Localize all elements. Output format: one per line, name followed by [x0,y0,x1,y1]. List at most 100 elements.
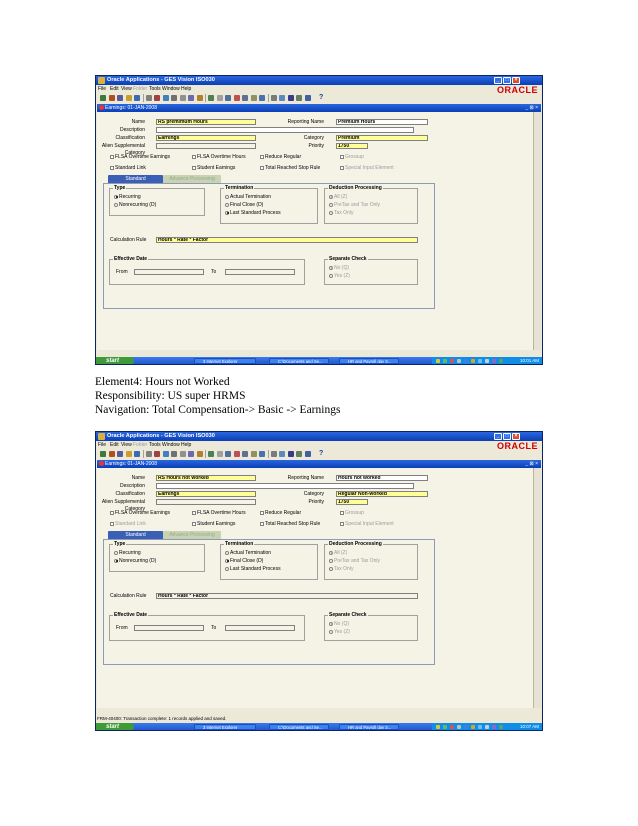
checkbox-box[interactable] [260,165,264,170]
toolbar-button-icon[interactable] [117,451,123,457]
toolbar-button-icon[interactable] [259,451,265,457]
tray-icon[interactable] [471,725,475,729]
menu-file[interactable]: File [98,86,106,93]
toolbar-button-icon[interactable] [216,95,223,101]
toolbar-button-icon[interactable] [196,451,203,457]
termination-option[interactable]: Last Standard Process [225,566,281,572]
separate-check-option[interactable]: No (Q) [329,621,349,627]
tray-icon[interactable] [436,725,440,729]
radio-button[interactable] [329,210,333,215]
tray-icon[interactable] [478,725,482,729]
special-input-element-checkbox[interactable]: Special Input Element [340,521,394,527]
deduction-processing-option[interactable]: All (Z) [329,550,347,556]
reporting-name-field[interactable]: Premium Hours [336,119,428,125]
deduction-processing-option[interactable]: All (Z) [329,194,347,200]
radio-button[interactable] [114,558,118,563]
tray-icon[interactable] [464,725,468,729]
tray-icon[interactable] [443,359,447,363]
menu-tools[interactable]: Tools [149,442,161,449]
minimize-button[interactable]: _ [494,433,502,440]
standard-link-checkbox[interactable]: Standard Link [110,521,146,527]
menu-help[interactable]: Help [181,442,191,449]
tray-icon[interactable] [485,359,489,363]
taskbar-button[interactable]: 3 Internet Explorer [194,358,256,364]
alien-supplemental-category-field[interactable] [156,143,256,149]
termination-option[interactable]: Actual Termination [225,194,271,200]
toolbar-button-icon[interactable] [304,95,311,101]
radio-button[interactable] [329,550,333,555]
toolbar-button-icon[interactable] [162,95,169,101]
menu-view[interactable]: View [121,86,132,93]
toolbar-button-icon[interactable] [270,451,277,457]
toolbar-button-icon[interactable] [108,95,115,101]
tab-standard[interactable]: Standard [108,531,163,539]
toolbar-button-icon[interactable] [259,95,265,101]
deduction-processing-option[interactable]: Tax Only [329,566,353,572]
tray-icon[interactable] [457,359,461,363]
student-earnings-checkbox[interactable]: Student Earnings [192,521,235,527]
tray-icon[interactable] [478,359,482,363]
help-icon[interactable]: ? [319,450,323,457]
checkbox-box[interactable] [110,165,114,170]
toolbar-button-icon[interactable] [287,95,294,101]
type-option[interactable]: Nonrecurring (D) [114,558,156,564]
toolbar-button-icon[interactable] [162,451,169,457]
flsa-overtime-hours-checkbox[interactable]: FLSA Overtime Hours [192,154,246,160]
form-window-controls[interactable]: _ ⊠ × [525,460,538,468]
student-earnings-checkbox[interactable]: Student Earnings [192,165,235,171]
radio-button[interactable] [329,194,333,199]
tab-standard[interactable]: Standard [108,175,163,183]
radio-button[interactable] [225,550,229,555]
separate-check-option[interactable]: Yes (Z) [329,273,350,279]
special-input-element-checkbox[interactable]: Special Input Element [340,165,394,171]
radio-button[interactable] [329,558,333,563]
flsa-overtime-earnings-checkbox[interactable]: FLSA Overtime Earnings [110,154,170,160]
tray-icon[interactable] [450,725,454,729]
taskbar-button[interactable]: HR and Payroll day 3... [339,358,399,364]
priority-field[interactable]: 1750 [336,143,368,149]
tray-icon[interactable] [471,359,475,363]
vertical-scrollbar[interactable] [533,112,541,350]
menu-folder[interactable]: Folder [133,86,147,93]
checkbox-box[interactable] [192,510,196,515]
toolbar-button-icon[interactable] [100,451,106,457]
category-field[interactable]: Premium [336,135,428,141]
menu-folder[interactable]: Folder [133,442,147,449]
grossup-checkbox[interactable]: Grossup [340,510,364,516]
toolbar-button-icon[interactable] [250,95,257,101]
menu-view[interactable]: View [121,442,132,449]
toolbar-button-icon[interactable] [125,451,132,457]
standard-link-checkbox[interactable]: Standard Link [110,165,146,171]
checkbox-box[interactable] [192,154,196,159]
tab-advance-processing[interactable]: Advance Processing [163,531,221,539]
termination-option[interactable]: Final Close (D) [225,558,263,564]
toolbar-button-icon[interactable] [188,95,194,101]
alien-supplemental-category-field[interactable] [156,499,256,505]
radio-button[interactable] [225,558,229,563]
help-icon[interactable]: ? [319,94,323,101]
toolbar-button-icon[interactable] [145,95,152,101]
grossup-checkbox[interactable]: Grossup [340,154,364,160]
to-date-field[interactable] [225,625,295,631]
radio-button[interactable] [225,210,229,215]
toolbar-button-icon[interactable] [242,451,248,457]
taskbar-button[interactable]: C:\Documents and Se... [269,358,329,364]
toolbar-button-icon[interactable] [108,451,115,457]
radio-button[interactable] [225,202,229,207]
toolbar-button-icon[interactable] [233,95,240,101]
checkbox-box[interactable] [260,521,264,526]
deduction-processing-option[interactable]: PreTax and Tax Only [329,202,380,208]
menu-edit[interactable]: Edit [110,86,119,93]
checkbox-box[interactable] [260,510,264,515]
checkbox-box[interactable] [192,165,196,170]
reporting-name-field[interactable]: Hours not worked [336,475,428,481]
toolbar-button-icon[interactable] [208,451,214,457]
radio-button[interactable] [114,194,118,199]
to-date-field[interactable] [225,269,295,275]
radio-button[interactable] [114,550,118,555]
taskbar-button[interactable]: C:\Documents and Se... [269,724,329,730]
close-button[interactable]: × [512,77,520,84]
toolbar-button-icon[interactable] [225,95,231,101]
tray-icon[interactable] [485,725,489,729]
toolbar-button-icon[interactable] [279,451,285,457]
